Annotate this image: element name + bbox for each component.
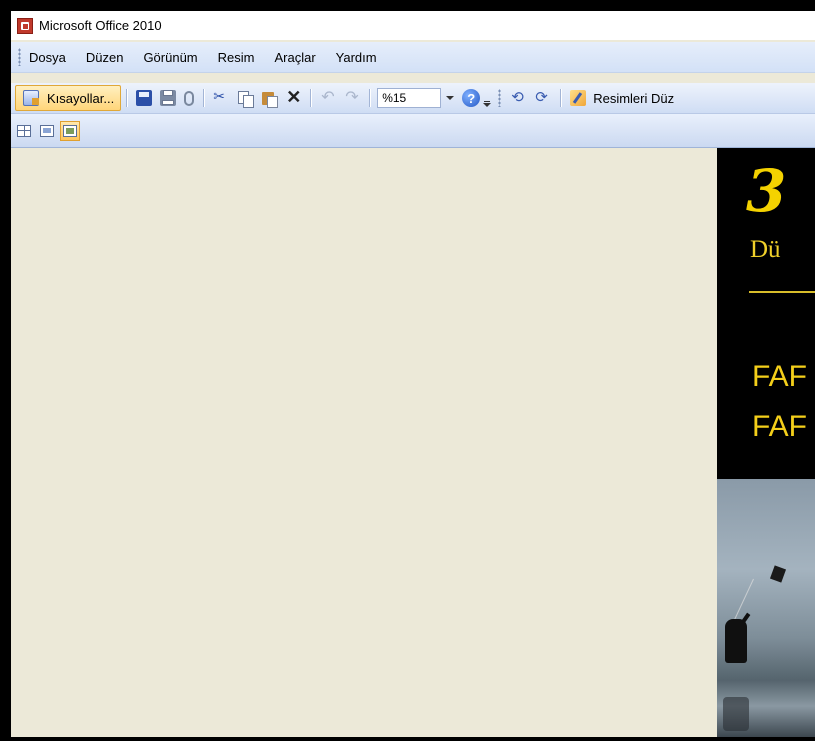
shortcuts-icon — [23, 90, 39, 106]
image-divider — [749, 291, 815, 293]
toolbar-grip[interactable] — [498, 89, 502, 107]
toolbar-options-button[interactable] — [483, 89, 492, 107]
edit-pictures-icon — [570, 90, 587, 106]
image-text-line3: FAF — [752, 360, 808, 393]
shortcuts-label: Kısayollar... — [47, 90, 115, 106]
view-bar — [11, 114, 815, 148]
chevron-down-icon — [446, 96, 455, 100]
rotate-right-icon[interactable] — [535, 88, 551, 106]
menubar-grip[interactable] — [18, 48, 21, 66]
menu-araclar[interactable]: Araçlar — [272, 48, 317, 67]
picture-workspace[interactable]: 3 Dü FAF FAF — [11, 148, 815, 737]
menu-bar: Dosya Düzen Görünüm Resim Araçlar Yardım — [11, 42, 815, 73]
water-reflection — [723, 697, 749, 731]
help-icon[interactable]: ? — [462, 89, 481, 107]
zoom-dropdown-button[interactable] — [443, 88, 457, 108]
toolbar-separator — [560, 89, 562, 107]
person-silhouette — [725, 619, 747, 663]
menu-duzen[interactable]: Düzen — [84, 48, 126, 67]
toolbar-separator — [126, 89, 128, 107]
window-title: Microsoft Office 2010 — [39, 18, 162, 33]
standard-toolbar: Kısayollar... %15 ? Resimleri D — [11, 83, 815, 114]
zoom-combobox[interactable]: %15 — [377, 88, 442, 108]
menu-resim[interactable]: Resim — [216, 48, 257, 67]
image-text-line4: FAF — [752, 410, 808, 443]
delete-icon[interactable] — [285, 87, 301, 108]
cut-icon[interactable] — [213, 88, 229, 106]
toolbar-separator — [369, 89, 371, 107]
single-picture-view-button[interactable] — [60, 120, 80, 141]
filmstrip-icon — [40, 124, 54, 137]
app-window: Microsoft Office 2010 Dosya Düzen Görünü… — [11, 11, 815, 737]
edit-pictures-label: Resimleri Düz — [593, 90, 675, 106]
thumbnails-icon — [17, 124, 31, 137]
print-icon[interactable] — [160, 90, 177, 106]
redo-icon[interactable] — [344, 87, 360, 107]
picture-preview[interactable]: 3 Dü FAF FAF — [717, 148, 815, 737]
zoom-value: %15 — [382, 91, 407, 105]
toolbar-separator — [203, 89, 205, 107]
single-picture-icon — [63, 124, 77, 137]
save-icon[interactable] — [136, 90, 153, 106]
image-text-number: 3 — [746, 157, 787, 225]
edit-pictures-button[interactable]: Resimleri Düz — [566, 86, 674, 110]
menu-dosya[interactable]: Dosya — [27, 48, 68, 67]
chevron-down-icon — [483, 103, 492, 107]
image-text-line2: Dü — [750, 236, 781, 263]
menu-yardim[interactable]: Yardım — [334, 48, 379, 67]
toolbar-separator — [310, 89, 312, 107]
paste-icon[interactable] — [261, 90, 279, 108]
title-bar: Microsoft Office 2010 — [11, 11, 815, 40]
shortcuts-button[interactable]: Kısayollar... — [15, 85, 122, 111]
rotate-left-icon[interactable] — [511, 88, 527, 106]
picture-manager-icon — [17, 17, 33, 34]
filmstrip-view-button[interactable] — [37, 121, 57, 141]
undo-icon[interactable] — [320, 87, 336, 107]
menu-gorunum[interactable]: Görünüm — [141, 48, 199, 67]
image-photo-area — [717, 479, 815, 737]
copy-icon[interactable] — [237, 90, 255, 108]
thumbnail-view-button[interactable] — [14, 121, 34, 141]
attach-icon[interactable] — [184, 90, 195, 106]
kite-shape — [769, 565, 787, 583]
